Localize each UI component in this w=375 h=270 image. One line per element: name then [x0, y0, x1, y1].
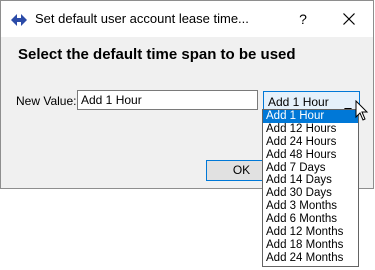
dropdown-option[interactable]: Add 12 Hours: [263, 123, 358, 136]
dropdown-option[interactable]: Add 18 Months: [263, 239, 358, 252]
dropdown-option[interactable]: Add 30 Days: [263, 187, 358, 200]
timespan-select-value: Add 1 Hour: [268, 95, 329, 109]
timespan-dropdown-list: Add 1 Hour Add 12 Hours Add 24 Hours Add…: [262, 109, 359, 267]
dialog-heading: Select the default time span to be used: [18, 46, 296, 63]
close-button[interactable]: [335, 7, 363, 31]
new-value-label: New Value:: [16, 94, 77, 108]
title-bar[interactable]: Set default user account lease time... ?: [1, 1, 373, 37]
dropdown-option[interactable]: Add 14 Days: [263, 174, 358, 187]
dropdown-option[interactable]: Add 24 Hours: [263, 136, 358, 149]
window-title: Set default user account lease time...: [35, 11, 249, 26]
dropdown-option[interactable]: Add 3 Months: [263, 200, 358, 213]
app-icon: [11, 13, 27, 26]
dropdown-option[interactable]: Add 24 Months: [263, 252, 358, 265]
dropdown-option[interactable]: Add 7 Days: [263, 162, 358, 175]
help-button[interactable]: ?: [289, 7, 317, 31]
dropdown-option[interactable]: Add 48 Hours: [263, 149, 358, 162]
new-value-field[interactable]: Add 1 Hour: [77, 90, 258, 110]
dropdown-option[interactable]: Add 6 Months: [263, 213, 358, 226]
page: Set default user account lease time... ?…: [0, 0, 375, 270]
dropdown-option[interactable]: Add 1 Hour: [263, 110, 358, 123]
dropdown-option[interactable]: Add 12 Months: [263, 226, 358, 239]
close-icon: [343, 13, 355, 25]
mouse-pointer-icon: [355, 99, 369, 122]
